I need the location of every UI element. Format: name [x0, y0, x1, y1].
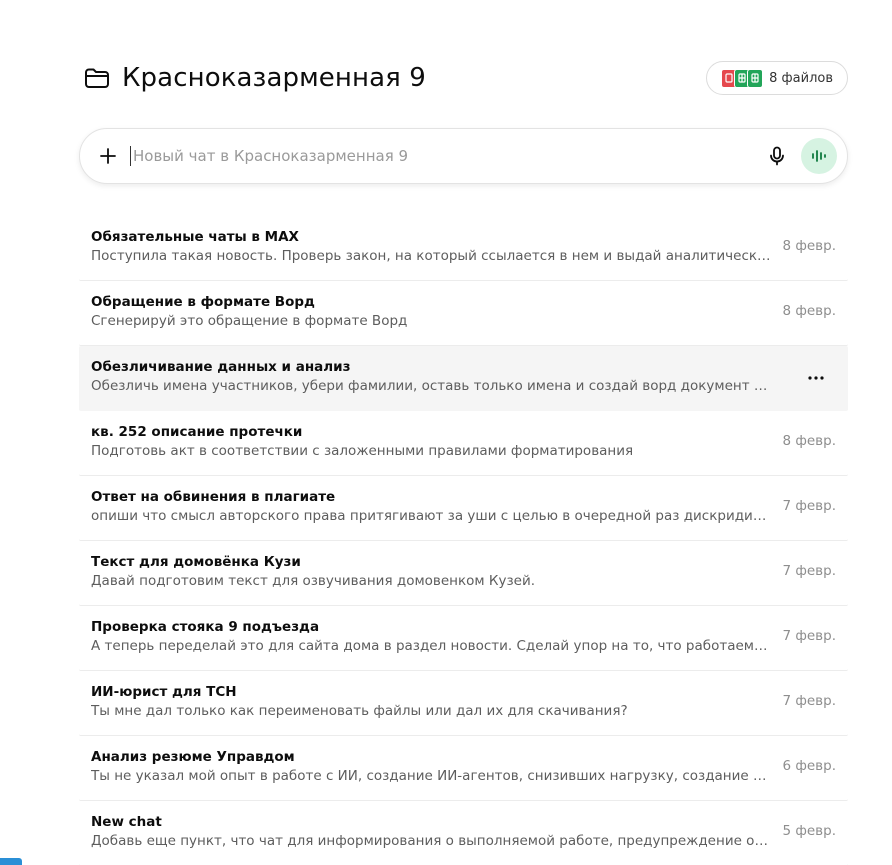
- plus-icon: [100, 148, 116, 164]
- folder-icon: [82, 63, 112, 93]
- chat-snippet: Добавь еще пункт, что чат для информиров…: [91, 833, 771, 849]
- new-chat-input[interactable]: [130, 146, 761, 166]
- chat-text: кв. 252 описание протечки Подготовь акт в…: [91, 423, 771, 461]
- project-header: Краснoказарменная 9 8 файлов: [82, 58, 848, 98]
- file-type-icons: [721, 68, 764, 88]
- chat-title: кв. 252 описание протечки: [91, 424, 303, 440]
- chat-text: Обезличивание данных и анализ Обезличь им…: [91, 358, 771, 396]
- project-title-wrap: Краснoказарменная 9: [82, 63, 426, 93]
- chat-text: ИИ-юрист для ТСН Ты мне дал только как пе…: [91, 683, 771, 721]
- chat-list-item[interactable]: Анализ резюме Управдом Ты не указал мой о…: [79, 736, 848, 801]
- chat-snippet: Сгенерируй это обращение в формате Ворд: [91, 313, 408, 329]
- chat-title: Ответ на обвинения в плагиате: [91, 489, 336, 505]
- chat-text: New chat Добавь еще пункт, что чат для ин…: [91, 813, 771, 851]
- chat-list-item[interactable]: Обезличивание данных и анализ Обезличь им…: [79, 346, 848, 411]
- dictate-button[interactable]: [761, 140, 793, 172]
- chat-title: New chat: [91, 814, 162, 830]
- chat-text: Текст для домовёнка Кузи Давай подготовим…: [91, 553, 771, 591]
- spreadsheet-file-icon: [747, 68, 764, 88]
- new-chat-composer: [79, 128, 848, 184]
- chat-date: 6 февр.: [782, 758, 836, 774]
- voice-mode-button[interactable]: [801, 138, 837, 174]
- chat-title: Проверка стояка 9 подъезда: [91, 619, 320, 635]
- chat-date: 7 февр.: [782, 628, 836, 644]
- chat-list-item[interactable]: Ответ на обвинения в плагиате опиши что с…: [79, 476, 848, 541]
- chat-snippet: Ты мне дал только как переименовать файл…: [91, 703, 628, 719]
- chat-snippet: Ты не указал мой опыт в работе с ИИ, соз…: [91, 768, 771, 784]
- chat-snippet: Поступила такая новость. Проверь закон, …: [91, 248, 771, 264]
- chat-options-button[interactable]: [804, 366, 828, 390]
- chat-date: 7 февр.: [782, 563, 836, 579]
- project-title: Краснoказарменная 9: [122, 63, 426, 93]
- chat-list-item[interactable]: ИИ-юрист для ТСН Ты мне дал только как пе…: [79, 671, 848, 736]
- chat-list-item[interactable]: New chat Добавь еще пункт, что чат для ин…: [79, 801, 848, 865]
- chat-date: 7 февр.: [782, 693, 836, 709]
- files-count-label: 8 файлов: [769, 70, 833, 86]
- chat-date: 8 февр.: [782, 433, 836, 449]
- chat-list: Обязательные чаты в MAX Поступила такая н…: [79, 216, 848, 865]
- chat-text: Обращение в формате Ворд Сгенерируй это о…: [91, 293, 771, 331]
- chat-date: 5 февр.: [782, 823, 836, 839]
- chat-snippet: Давай подготовим текст для озвучивания д…: [91, 573, 536, 589]
- chat-date: 8 февр.: [782, 238, 836, 254]
- chat-text: Ответ на обвинения в плагиате опиши что с…: [91, 488, 771, 526]
- chat-list-item[interactable]: кв. 252 описание протечки Подготовь акт в…: [79, 411, 848, 476]
- chat-date: 7 февр.: [782, 498, 836, 514]
- chat-snippet: А теперь переделай это для сайта дома в …: [91, 638, 771, 654]
- chat-title: ИИ-юрист для ТСН: [91, 684, 237, 700]
- chat-title: Обращение в формате Ворд: [91, 294, 315, 310]
- chat-list-item[interactable]: Обязательные чаты в MAX Поступила такая н…: [79, 216, 848, 281]
- project-files-button[interactable]: 8 файлов: [706, 61, 848, 95]
- chat-text: Анализ резюме Управдом Ты не указал мой о…: [91, 748, 771, 786]
- chat-snippet: опиши что смысл авторского права притяги…: [91, 508, 771, 524]
- chat-text: Обязательные чаты в MAX Поступила такая н…: [91, 228, 771, 266]
- microphone-icon: [770, 146, 784, 166]
- chat-date: 8 февр.: [782, 303, 836, 319]
- chat-title: Текст для домовёнка Кузи: [91, 554, 301, 570]
- chat-list-item[interactable]: Проверка стояка 9 подъезда А теперь перед…: [79, 606, 848, 671]
- chat-list-item[interactable]: Текст для домовёнка Кузи Давай подготовим…: [79, 541, 848, 606]
- voice-waveform-icon: [812, 150, 826, 162]
- chat-title: Обезличивание данных и анализ: [91, 359, 351, 375]
- more-horizontal-icon: [808, 376, 824, 380]
- chat-snippet: Подготовь акт в соответствии с заложенны…: [91, 443, 634, 459]
- chat-title: Обязательные чаты в MAX: [91, 229, 299, 245]
- add-attachment-button[interactable]: [92, 140, 124, 172]
- chat-text: Проверка стояка 9 подъезда А теперь перед…: [91, 618, 771, 656]
- chat-title: Анализ резюме Управдом: [91, 749, 295, 765]
- chat-snippet: Обезличь имена участников, убери фамилии…: [91, 378, 771, 394]
- project-page: Краснoказарменная 9 8 файлов Новый чат в…: [0, 0, 892, 865]
- chat-list-item[interactable]: Обращение в формате Ворд Сгенерируй это о…: [79, 281, 848, 346]
- corner-tab: [0, 858, 22, 865]
